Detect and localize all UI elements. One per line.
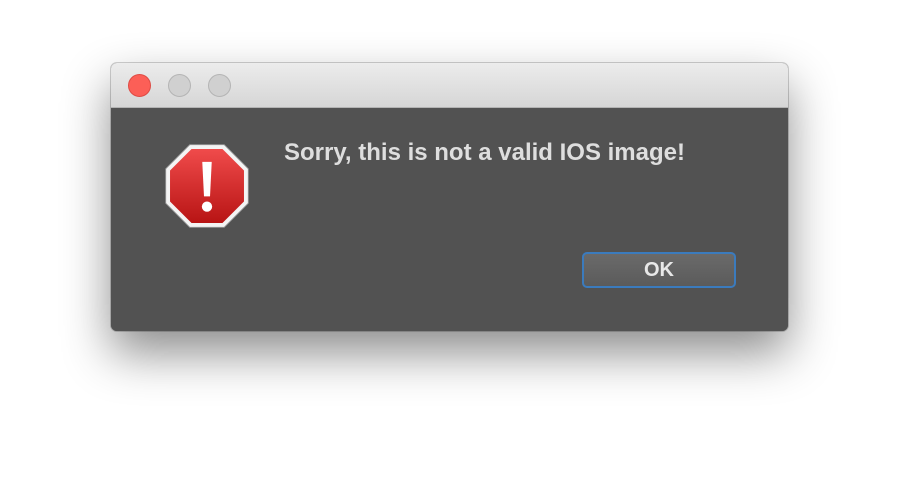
zoom-window-button[interactable] [208,74,231,97]
alert-dialog: Sorry, this is not a valid IOS image! OK [111,63,788,331]
warning-stop-icon [165,144,249,228]
close-window-button[interactable] [128,74,151,97]
title-bar[interactable] [111,63,788,108]
dialog-content: Sorry, this is not a valid IOS image! OK [111,108,788,331]
ok-button[interactable]: OK [582,252,736,288]
screen: Sorry, this is not a valid IOS image! OK [0,0,900,492]
alert-message: Sorry, this is not a valid IOS image! [284,139,685,166]
minimize-window-button[interactable] [168,74,191,97]
